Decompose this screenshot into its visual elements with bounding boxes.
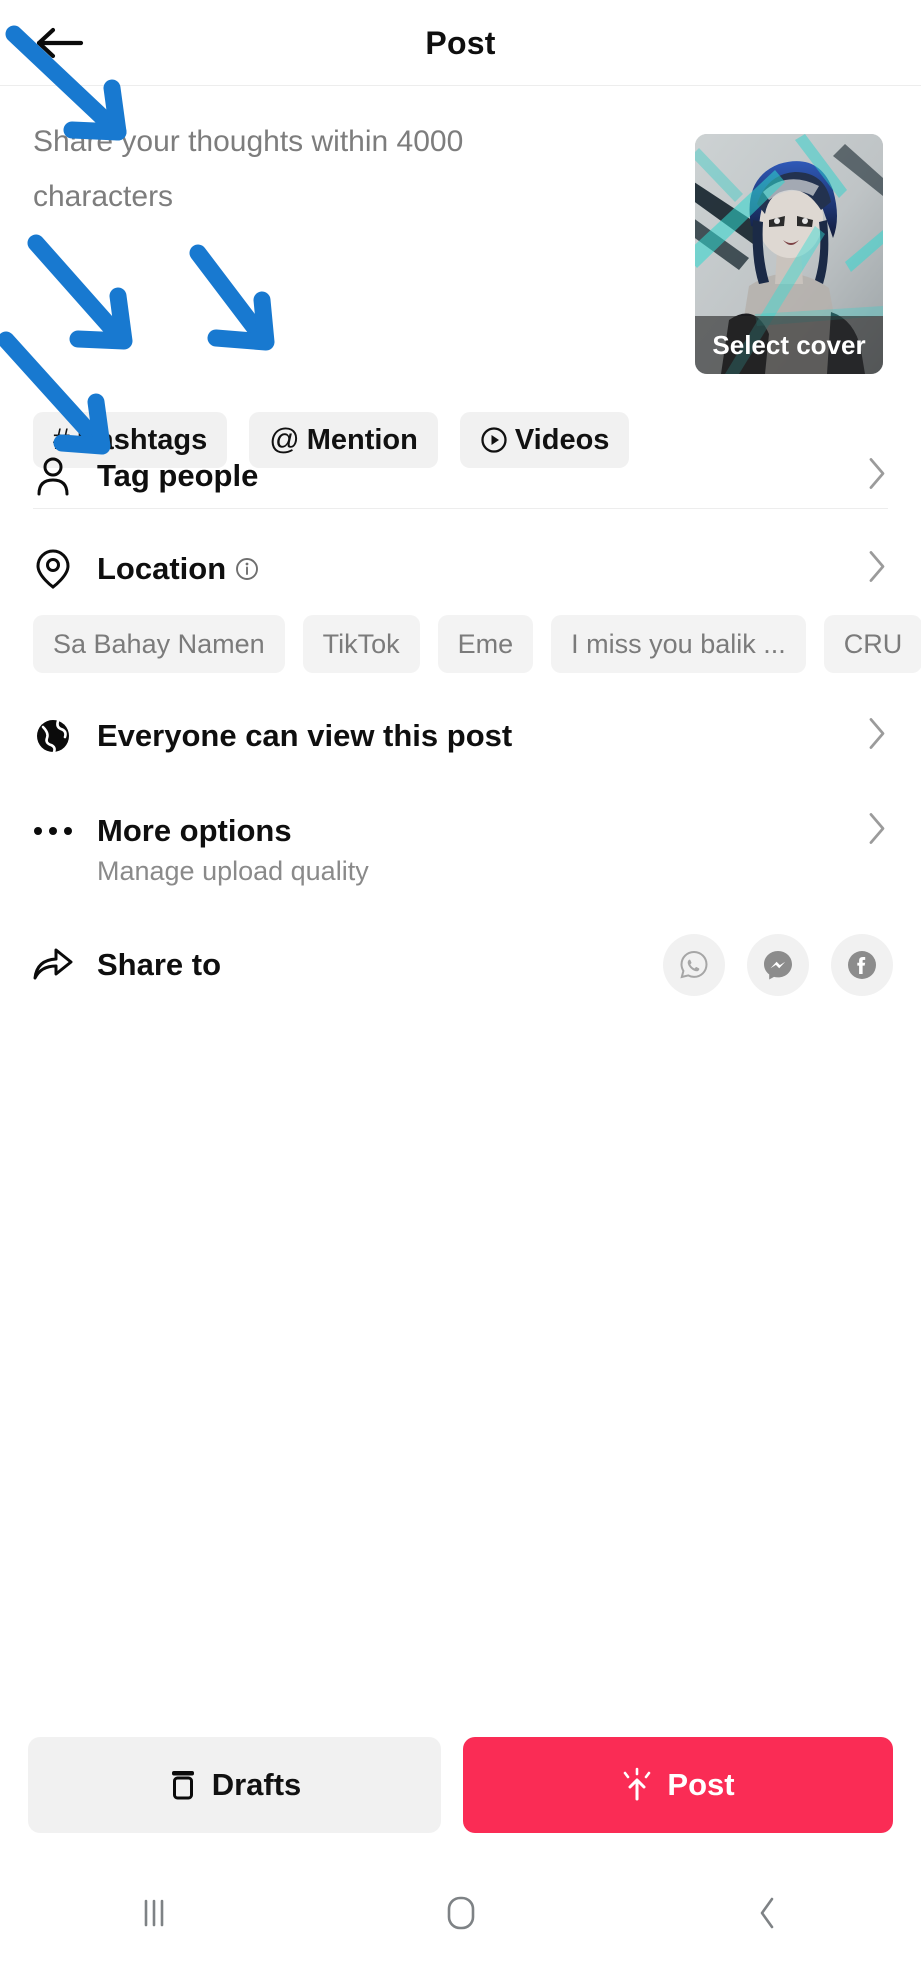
location-suggestion-chip[interactable]: I miss you balik ... (551, 615, 806, 673)
location-suggestion-chip[interactable]: Eme (437, 615, 534, 673)
bottom-action-bar: Drafts Post (0, 1710, 921, 1860)
privacy-label: Everyone can view this post (97, 718, 513, 753)
post-button-label: Post (667, 1767, 735, 1802)
privacy-row[interactable]: Everyone can view this post (0, 688, 921, 784)
app-header: Post (0, 0, 921, 86)
chevron-right-icon (867, 717, 887, 756)
messenger-icon (760, 947, 796, 983)
recents-icon (139, 1896, 169, 1930)
location-suggestions[interactable]: Sa Bahay Namen TikTok Eme I miss you bal… (33, 615, 921, 673)
drafts-box-icon (168, 1768, 198, 1802)
drafts-button-label: Drafts (211, 1767, 302, 1802)
share-arrow-icon (32, 944, 74, 986)
globe-icon (32, 715, 74, 757)
recents-button[interactable] (94, 1860, 214, 1965)
ellipsis-icon (32, 810, 74, 852)
messenger-share-button[interactable] (747, 934, 809, 996)
share-targets (663, 934, 893, 996)
tag-people-row[interactable]: Tag people (0, 428, 921, 524)
location-label: Location (97, 551, 259, 587)
home-icon (444, 1894, 478, 1932)
back-icon (756, 1895, 780, 1931)
whatsapp-icon (676, 947, 712, 983)
facebook-share-button[interactable] (831, 934, 893, 996)
chevron-right-icon (867, 812, 887, 851)
drafts-button[interactable]: Drafts (28, 1737, 441, 1833)
composer-placeholder[interactable]: Share your thoughts within 4000 characte… (33, 114, 553, 224)
location-row[interactable]: Location (0, 521, 921, 617)
location-suggestion-chip[interactable]: CRU (823, 615, 921, 673)
post-burst-icon (621, 1767, 653, 1803)
back-nav-button[interactable] (708, 1860, 828, 1965)
chevron-right-icon (867, 457, 887, 496)
share-to-label: Share to (97, 947, 222, 982)
page-title: Post (425, 24, 496, 61)
location-pin-icon (32, 548, 74, 590)
home-button[interactable] (401, 1860, 521, 1965)
tag-people-label: Tag people (97, 458, 259, 493)
cover-thumbnail[interactable]: Select cover (695, 134, 883, 374)
more-options-label: More options (97, 813, 292, 848)
more-options-subtitle: Manage upload quality (97, 856, 369, 886)
chevron-right-icon (867, 550, 887, 589)
facebook-icon (844, 947, 880, 983)
whatsapp-share-button[interactable] (663, 934, 725, 996)
location-suggestion-chip[interactable]: TikTok (302, 615, 420, 673)
android-nav-bar (0, 1860, 921, 1965)
location-suggestion-chip[interactable]: Sa Bahay Namen (33, 615, 285, 673)
info-circle-icon[interactable] (235, 557, 259, 581)
person-icon (32, 455, 74, 497)
share-to-row[interactable]: Share to (0, 917, 921, 1013)
select-cover-label[interactable]: Select cover (695, 316, 883, 374)
post-button[interactable]: Post (463, 1737, 893, 1833)
